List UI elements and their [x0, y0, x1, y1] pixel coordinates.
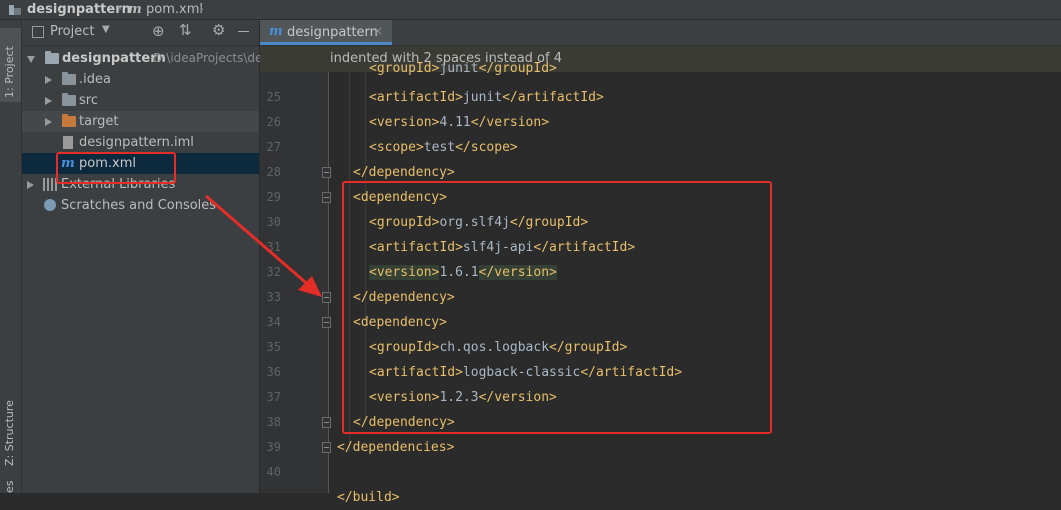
annotation-arrow — [205, 194, 322, 297]
annotation-arrow-shaft — [205, 194, 313, 290]
